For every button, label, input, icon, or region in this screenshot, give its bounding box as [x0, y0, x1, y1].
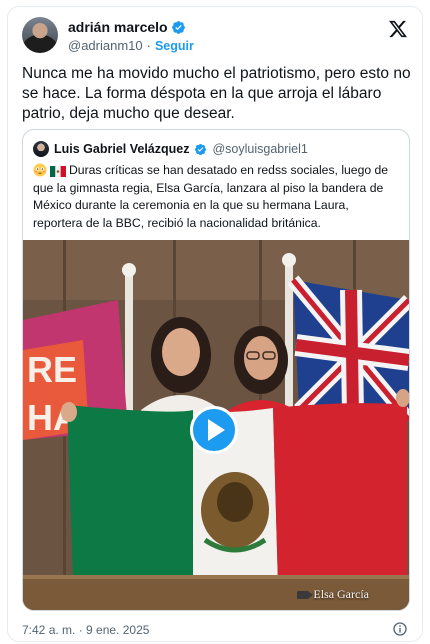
quoted-author-avatar[interactable]	[33, 141, 49, 157]
mexico-flag-emoji	[50, 166, 66, 177]
author-avatar[interactable]	[22, 17, 58, 53]
watermark-text: Elsa García	[313, 587, 369, 601]
quoted-author-handle[interactable]: @soyluisgabriel1	[212, 142, 307, 156]
svg-text:RE: RE	[27, 349, 77, 390]
quoted-author-name[interactable]: Luis Gabriel Velázquez	[54, 142, 189, 156]
play-icon	[207, 419, 225, 441]
video-watermark: Elsa García	[297, 587, 369, 602]
flushed-face-emoji	[33, 163, 47, 177]
camera-icon	[297, 590, 314, 599]
tweet-footer: 7:42 a. m. · 9 ene. 2025	[22, 621, 408, 639]
separator-dot: ·	[146, 38, 151, 53]
quoted-header: Luis Gabriel Velázquez @soyluisgabriel1	[33, 141, 308, 157]
x-logo-icon[interactable]	[388, 19, 408, 39]
quoted-tweet[interactable]: Luis Gabriel Velázquez @soyluisgabriel1 …	[22, 129, 410, 611]
info-icon[interactable]	[392, 621, 408, 637]
tweet-card: adrián marcelo @adrianm10 · Seguir Nunca…	[7, 6, 423, 642]
quoted-text: Duras críticas se han desatado en redss …	[33, 162, 399, 232]
quoted-body: Duras críticas se han desatado en redss …	[33, 163, 389, 230]
verified-badge-icon	[171, 20, 185, 34]
author-handle[interactable]: @adrianm10	[68, 38, 143, 53]
tweet-text: Nunca me ha movido mucho el patriotismo,…	[22, 65, 411, 122]
video-thumbnail[interactable]: RE HA Elsa García	[23, 240, 409, 610]
timestamp[interactable]: 7:42 a. m. · 9 ene. 2025	[22, 623, 149, 637]
follow-button[interactable]: Seguir	[155, 39, 194, 53]
verified-badge-icon	[195, 143, 207, 155]
author-info: adrián marcelo @adrianm10 · Seguir	[68, 19, 194, 53]
tweet-header: adrián marcelo @adrianm10 · Seguir	[22, 17, 408, 61]
play-button[interactable]	[190, 406, 238, 454]
author-name[interactable]: adrián marcelo	[68, 19, 168, 35]
